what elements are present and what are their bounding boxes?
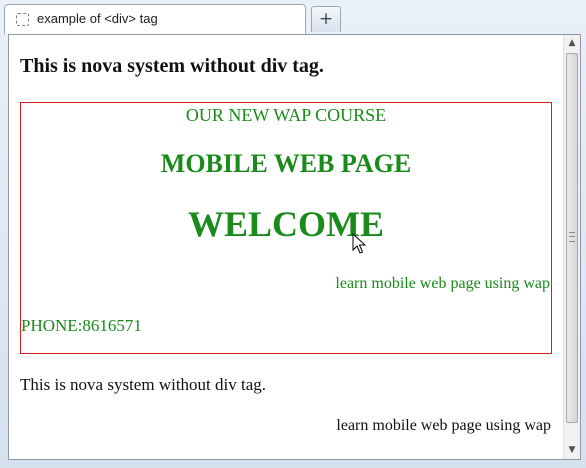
page-heading: This is nova system without div tag. [20, 55, 324, 77]
learn-text-in-div: learn mobile web page using wap [335, 275, 550, 292]
welcome-title: WELCOME [187, 204, 384, 244]
mouse-cursor-icon [352, 233, 366, 254]
scroll-up-arrow-icon[interactable]: ▲ [564, 35, 580, 52]
new-tab-button[interactable]: + [311, 6, 341, 32]
tab-title: example of <div> tag [37, 11, 158, 26]
page-viewport: This is nova system without div tag. OUR… [8, 34, 581, 460]
div-box: OUR NEW WAP COURSE MOBILE WEB PAGE WELCO… [20, 102, 552, 354]
scrollbar-grip-icon [569, 232, 575, 242]
page-favicon-icon [16, 13, 29, 26]
learn-text-plain: learn mobile web page using wap [336, 417, 551, 434]
scrollbar-thumb[interactable] [566, 53, 578, 423]
phone-text: PHONE:8616571 [21, 316, 142, 335]
browser-window: example of <div> tag + This is nova syst… [0, 0, 586, 468]
browser-tab[interactable]: example of <div> tag [4, 4, 306, 34]
page-content: This is nova system without div tag. OUR… [9, 35, 563, 459]
mobile-web-page-title: MOBILE WEB PAGE [160, 149, 412, 178]
scroll-down-arrow-icon[interactable]: ▼ [564, 442, 580, 459]
course-text: OUR NEW WAP COURSE [185, 105, 387, 125]
plain-text-line: This is nova system without div tag. [20, 375, 267, 394]
vertical-scrollbar[interactable]: ▲ ▼ [563, 35, 580, 459]
